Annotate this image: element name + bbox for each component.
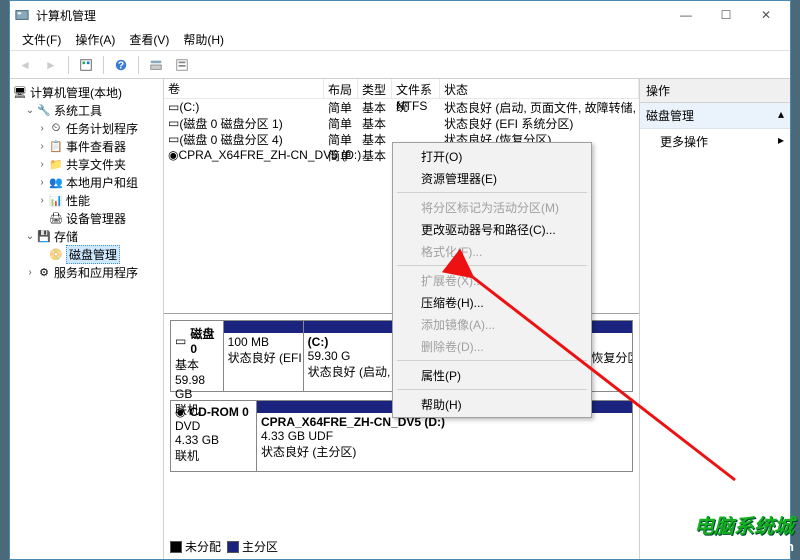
help-button[interactable]: ? — [110, 54, 132, 76]
ctx-properties[interactable]: 属性(P) — [395, 364, 589, 386]
watermark-text: 电脑系统城 — [671, 510, 794, 539]
ctx-mark-active: 将分区标记为活动分区(M) — [395, 196, 589, 218]
ctx-format: 格式化(F)... — [395, 240, 589, 262]
col-type[interactable]: 类型 — [358, 79, 392, 98]
services-icon: ⚙ — [36, 264, 52, 280]
legend: 未分配 主分区 — [170, 538, 278, 555]
collapse-icon[interactable]: ▴ — [778, 107, 784, 124]
users-icon: 👥 — [48, 174, 64, 190]
separator — [68, 56, 69, 74]
ctx-explorer[interactable]: 资源管理器(E) — [395, 167, 589, 189]
col-filesystem[interactable]: 文件系统 — [392, 79, 440, 98]
menu-file[interactable]: 文件(F) — [16, 29, 67, 50]
close-button[interactable]: ✕ — [746, 4, 786, 26]
partition-bar — [224, 321, 303, 333]
perf-icon: 📊 — [48, 192, 64, 208]
legend-swatch — [170, 541, 182, 553]
watermark: 电脑系统城 pcxitongcheng.com — [671, 510, 794, 554]
tree-root[interactable]: 🖥 计算机管理(本地) — [12, 83, 161, 101]
menu-separator — [397, 192, 587, 193]
disk-icon: ▭ — [175, 334, 186, 348]
ctx-open[interactable]: 打开(O) — [395, 145, 589, 167]
ctx-extend: 扩展卷(X)... — [395, 269, 589, 291]
volume-row[interactable]: ▭(C:) 简单基本NTFS状态良好 (启动, 页面文件, 故障转储, 基本数据… — [164, 99, 639, 115]
window-controls: — ☐ ✕ — [666, 4, 786, 26]
tree-task-scheduler[interactable]: ›⏲任务计划程序 — [12, 119, 161, 137]
context-menu: 打开(O) 资源管理器(E) 将分区标记为活动分区(M) 更改驱动器号和路径(C… — [392, 142, 592, 418]
watermark-url: pcxitongcheng.com — [671, 539, 794, 554]
actions-header: 操作 — [640, 79, 790, 103]
folder-icon: 📁 — [48, 156, 64, 172]
separator — [103, 56, 104, 74]
separator — [138, 56, 139, 74]
actions-more[interactable]: 更多操作 ▸ — [640, 129, 790, 154]
window-title: 计算机管理 — [36, 7, 666, 24]
disc-icon: ◉ — [168, 148, 178, 162]
back-button: ◄ — [14, 54, 36, 76]
menu-separator — [397, 265, 587, 266]
titlebar: 计算机管理 — ☐ ✕ — [10, 1, 790, 29]
menu-action[interactable]: 操作(A) — [69, 29, 121, 50]
tree-device-manager[interactable]: 🖨设备管理器 — [12, 209, 161, 227]
nav-tree: 🖥 计算机管理(本地) ⌄ 🔧 系统工具 ›⏲任务计划程序 ›📋事件查看器 ›📁… — [10, 79, 164, 559]
drive-icon: ▭ — [168, 132, 179, 146]
tree-event-viewer[interactable]: ›📋事件查看器 — [12, 137, 161, 155]
col-volume[interactable]: 卷 — [164, 79, 324, 98]
drive-icon: ▭ — [168, 116, 179, 130]
tree-disk-management[interactable]: 📀磁盘管理 — [12, 245, 161, 263]
cdrom-0-header[interactable]: ◉CD-ROM 0 DVD 4.33 GB 联机 — [171, 401, 257, 471]
wrench-icon: 🔧 — [36, 102, 52, 118]
partition-efi[interactable]: 100 MB状态良好 (EFI — [224, 321, 304, 391]
ctx-change-letter[interactable]: 更改驱动器号和路径(C)... — [395, 218, 589, 240]
actions-section[interactable]: 磁盘管理 ▴ — [640, 103, 790, 129]
drive-icon: ▭ — [168, 100, 179, 114]
col-layout[interactable]: 布局 — [324, 79, 358, 98]
disk-icon: 📀 — [48, 246, 64, 262]
col-status[interactable]: 状态 — [440, 79, 639, 98]
forward-button: ► — [40, 54, 62, 76]
menu-help[interactable]: 帮助(H) — [177, 29, 230, 50]
chevron-right-icon: ▸ — [778, 133, 784, 150]
toolbar: ◄ ► ? — [10, 51, 790, 79]
tree-services-apps[interactable]: › ⚙ 服务和应用程序 — [12, 263, 161, 281]
legend-swatch — [227, 541, 239, 553]
collapse-icon[interactable]: ⌄ — [24, 231, 36, 242]
expand-icon[interactable]: › — [24, 267, 36, 278]
legend-primary: 主分区 — [227, 538, 278, 555]
menu-view[interactable]: 查看(V) — [123, 29, 175, 50]
ctx-delete: 删除卷(D)... — [395, 335, 589, 357]
volume-list-header: 卷 布局 类型 文件系统 状态 — [164, 79, 639, 99]
menu-separator — [397, 360, 587, 361]
disc-icon: ◉ — [175, 405, 185, 419]
computer-icon: 🖥 — [12, 84, 28, 100]
minimize-button[interactable]: — — [666, 4, 706, 26]
actions-pane: 操作 磁盘管理 ▴ 更多操作 ▸ — [640, 79, 790, 559]
app-icon — [14, 7, 30, 23]
toolbar-button[interactable] — [171, 54, 193, 76]
legend-unallocated: 未分配 — [170, 538, 221, 555]
collapse-icon[interactable]: ⌄ — [24, 105, 36, 116]
device-icon: 🖨 — [48, 210, 64, 226]
svg-text:?: ? — [118, 59, 124, 71]
clock-icon: ⏲ — [48, 120, 64, 136]
ctx-add-mirror: 添加镜像(A)... — [395, 313, 589, 335]
tree-storage[interactable]: ⌄ 💾 存储 — [12, 227, 161, 245]
disk-0-header[interactable]: ▭磁盘 0 基本 59.98 GB 联机 — [171, 321, 224, 391]
tree-system-tools[interactable]: ⌄ 🔧 系统工具 — [12, 101, 161, 119]
tree-shared-folders[interactable]: ›📁共享文件夹 — [12, 155, 161, 173]
tree-performance[interactable]: ›📊性能 — [12, 191, 161, 209]
toolbar-button[interactable] — [145, 54, 167, 76]
menubar: 文件(F) 操作(A) 查看(V) 帮助(H) — [10, 29, 790, 51]
menu-separator — [397, 389, 587, 390]
storage-icon: 💾 — [36, 228, 52, 244]
refresh-button[interactable] — [75, 54, 97, 76]
event-icon: 📋 — [48, 138, 64, 154]
maximize-button[interactable]: ☐ — [706, 4, 746, 26]
tree-local-users[interactable]: ›👥本地用户和组 — [12, 173, 161, 191]
volume-row[interactable]: ▭(磁盘 0 磁盘分区 1) 简单基本状态良好 (EFI 系统分区) — [164, 115, 639, 131]
ctx-help[interactable]: 帮助(H) — [395, 393, 589, 415]
ctx-shrink[interactable]: 压缩卷(H)... — [395, 291, 589, 313]
